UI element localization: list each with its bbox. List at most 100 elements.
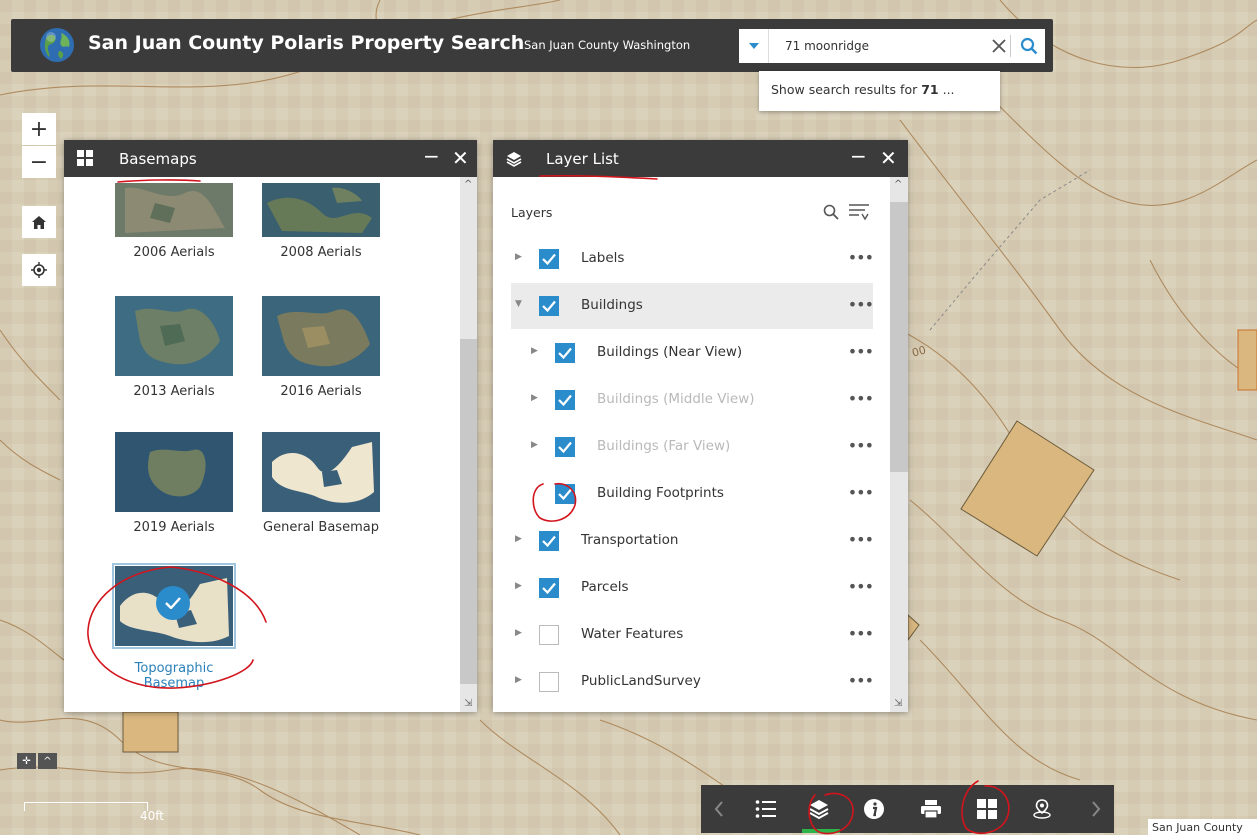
resize-handle-icon[interactable]: ⇲ [464,698,472,709]
bottom-toolbar [701,785,1114,833]
layer-options-menu-icon[interactable]: ••• [848,624,874,643]
search-suggestion[interactable]: Show search results for 71 ... [759,71,1000,111]
basemap-gallery-button[interactable] [969,785,1005,833]
layer-row[interactable]: ▶ PublicLandSurvey ••• [511,659,874,705]
layer-options-menu-icon[interactable]: ••• [848,389,874,408]
basemap-item-general[interactable]: General Basemap [251,432,391,535]
layer-visibility-checkbox[interactable] [555,343,575,363]
layer-row[interactable]: ▶ Labels ••• [511,236,874,282]
layer-row[interactable]: ▶ Buildings (Near View) ••• [511,330,874,376]
basemap-item-2019[interactable]: 2019 Aerials [104,432,244,535]
expand-arrow-icon[interactable]: ▶ [515,534,522,544]
layer-visibility-checkbox[interactable] [555,484,575,504]
basemap-item-2006[interactable]: 2006 Aerials [104,183,244,260]
toolbar-prev-button[interactable] [701,785,737,833]
legend-button[interactable] [748,785,784,833]
layer-visibility-checkbox[interactable] [539,249,559,269]
layer-visibility-checkbox[interactable] [539,531,559,551]
layer-visibility-checkbox[interactable] [555,390,575,410]
expand-arrow-icon[interactable]: ▶ [531,440,538,450]
basemap-item-2013[interactable]: 2013 Aerials [104,296,244,399]
layer-row[interactable]: Building Footprints ••• [511,471,874,517]
basemap-item-2008[interactable]: 2008 Aerials [251,183,391,260]
basemap-label: Topographic Basemap [134,661,214,691]
layer-options-menu-icon[interactable]: ••• [848,295,874,314]
scroll-up-icon[interactable]: ^ [464,179,472,190]
basemap-item-2016[interactable]: 2016 Aerials [251,296,391,399]
expand-arrow-icon[interactable]: ▶ [515,675,522,685]
locate-icon [31,262,47,278]
layer-visibility-checkbox[interactable] [539,625,559,645]
search-button[interactable] [1017,34,1041,58]
toolbar-next-button[interactable] [1078,785,1114,833]
locate-address-button[interactable] [1024,785,1060,833]
layer-row[interactable]: ▶ Buildings (Middle View) ••• [511,377,874,423]
layer-label: Water Features [581,626,684,642]
collapse-arrow-icon[interactable]: ▼ [515,299,522,309]
layer-list-panel-header[interactable]: Layer List − ✕ [493,140,908,177]
layer-options-menu-icon[interactable]: ••• [848,248,874,267]
basemap-label: 2019 Aerials [133,520,215,535]
layer-row[interactable]: ▼ Buildings ••• [511,283,874,329]
minimize-button[interactable]: − [850,144,867,168]
expand-arrow-icon[interactable]: ▶ [515,628,522,638]
scrollbar-thumb[interactable] [890,202,908,472]
close-button[interactable]: ✕ [452,146,469,170]
overview-toggle-button[interactable]: ^ [38,753,57,769]
layers-icon [506,152,522,167]
basemap-thumbnail [262,183,380,237]
expand-arrow-icon[interactable]: ▶ [515,581,522,591]
layer-row[interactable]: ▶ Parcels ••• [511,565,874,611]
layer-visibility-checkbox[interactable] [539,672,559,692]
basemaps-scrollbar[interactable]: ^ [460,177,477,712]
basemap-label: 2008 Aerials [280,245,362,260]
layer-options-menu-icon[interactable]: ••• [848,577,874,596]
basemap-label: 2016 Aerials [280,384,362,399]
search-scope-dropdown[interactable] [739,29,769,63]
coordinate-button[interactable]: ✛ [17,753,36,769]
layer-label: Building Footprints [597,485,724,501]
expand-arrow-icon[interactable]: ▶ [515,252,522,262]
locate-button[interactable] [22,254,56,286]
layer-visibility-checkbox[interactable] [539,578,559,598]
expand-arrow-icon[interactable]: ▶ [531,393,538,403]
basemap-item-topographic[interactable]: Topographic Basemap [104,563,244,691]
layer-options-menu-icon[interactable]: ••• [848,436,874,455]
about-button[interactable] [856,785,892,833]
chevron-right-icon [1092,801,1101,817]
attribution: San Juan County [1148,819,1257,835]
print-button[interactable] [913,785,949,833]
scrollbar-thumb[interactable] [460,339,477,684]
layer-row[interactable]: ▶ Water Features ••• [511,612,874,658]
layer-row[interactable]: ▶ Buildings (Far View) ••• [511,424,874,470]
layer-row[interactable]: ▶ Transportation ••• [511,518,874,564]
chevron-up-icon: ^ [43,755,52,767]
layer-visibility-checkbox[interactable] [555,437,575,457]
filter-list-icon[interactable] [848,203,870,221]
layer-options-menu-icon[interactable]: ••• [848,671,874,690]
zoom-out-label: − [29,149,49,175]
layers-heading: Layers [511,205,553,220]
layer-visibility-checkbox[interactable] [539,296,559,316]
home-button[interactable] [22,206,56,238]
layer-list-panel: Layer List − ✕ ^ Layers ▶ Labels ••• ▼ Build… [493,140,908,712]
chevron-left-icon [714,801,723,817]
suggestion-term: 71 [921,82,939,97]
expand-arrow-icon[interactable]: ▶ [531,346,538,356]
search-input[interactable] [770,29,980,63]
close-button[interactable]: ✕ [880,146,897,170]
layer-options-menu-icon[interactable]: ••• [848,483,874,502]
basemap-thumbnail [262,296,380,376]
layer-options-menu-icon[interactable]: ••• [848,530,874,549]
resize-handle-icon[interactable]: ⇲ [894,698,902,709]
layer-label: Labels [581,250,625,266]
layer-list-button[interactable] [801,785,837,833]
minimize-button[interactable]: − [423,144,440,168]
layer-list-scrollbar[interactable]: ^ [890,177,908,712]
basemaps-panel-header[interactable]: Basemaps − ✕ [64,140,477,177]
zoom-in-button[interactable]: + [22,113,56,145]
clear-search-button[interactable] [987,35,1011,57]
search-icon[interactable] [823,204,839,220]
layer-options-menu-icon[interactable]: ••• [848,342,874,361]
zoom-out-button[interactable]: − [22,146,56,178]
